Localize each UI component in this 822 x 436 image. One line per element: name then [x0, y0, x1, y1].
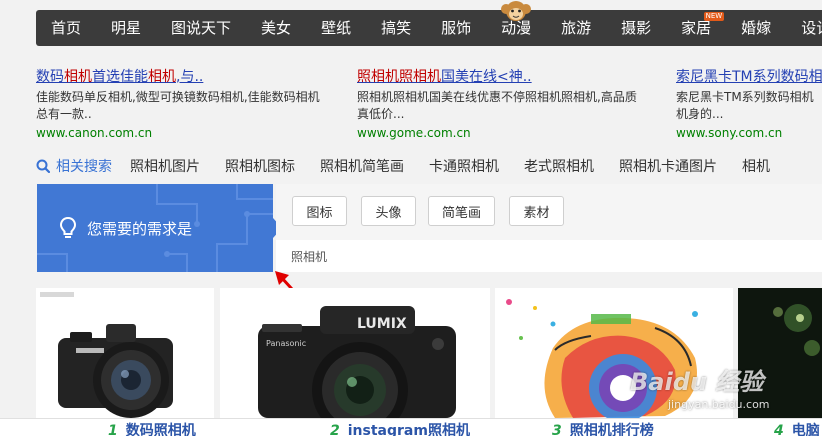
suggestion-text: 数码照相机: [125, 423, 196, 436]
bottom-suggestions: 1 数码照相机 2 instagram照相机 3 照相机排行榜 4 电脑: [0, 418, 822, 436]
nav-wedding[interactable]: 婚嫁: [726, 10, 786, 46]
related-keyword[interactable]: 老式照相机: [524, 156, 594, 176]
sponsored-ads: 数码相机首选佳能相机,与.. 佳能数码单反相机,微型可换镜数码相机,佳能数码相机…: [36, 68, 822, 144]
search-icon: [36, 159, 50, 173]
nav-photography[interactable]: 摄影: [606, 10, 666, 46]
monkey-mascot-icon: [501, 1, 532, 21]
ad-canon[interactable]: 数码相机首选佳能相机,与.. 佳能数码单反相机,微型可换镜数码相机,佳能数码相机…: [36, 68, 326, 141]
baidu-watermark-url: jingyan.baidu.com: [668, 398, 770, 411]
bottom-suggestion[interactable]: 3 照相机排行榜: [552, 420, 654, 436]
related-search-lead: 相关搜索: [36, 156, 112, 176]
lightbulb-icon: [59, 216, 77, 238]
suggestion-number: 4: [774, 423, 784, 436]
nav-beauty[interactable]: 美女: [246, 10, 306, 46]
page: 首页 明星 图说天下 美女 壁纸 搞笑 服饰 动漫 旅游 摄影 家居 NEW 婚…: [0, 0, 822, 436]
svg-text:Panasonic: Panasonic: [266, 339, 306, 348]
nav-fashion[interactable]: 服饰: [426, 10, 486, 46]
ad-description: 佳能数码单反相机,微型可换镜数码相机,佳能数码相机总有一款..: [36, 90, 320, 121]
related-keyword[interactable]: 相机: [742, 156, 770, 176]
ad-url[interactable]: www.canon.com.cn: [36, 125, 326, 141]
tag-icon[interactable]: 图标: [292, 196, 347, 226]
bottom-suggestion[interactable]: 4 电脑: [774, 420, 820, 436]
ad-title-part: ,与..: [176, 69, 204, 85]
suggestion-number: 3: [552, 423, 562, 436]
nav-home[interactable]: 首页: [36, 10, 96, 46]
nav-home-decor[interactable]: 家居 NEW: [666, 10, 726, 46]
suggestion-number: 1: [108, 423, 118, 436]
suggestion-number: 2: [330, 423, 340, 436]
nav-anime[interactable]: 动漫: [486, 1, 546, 46]
related-keyword[interactable]: 照相机卡通图片: [619, 156, 717, 176]
need-tags: 图标 头像 简笔画 素材: [276, 184, 822, 240]
related-search: 相关搜索 照相机图片 照相机图标 照相机简笔画 卡通照相机 老式照相机 照相机卡…: [36, 154, 795, 178]
tag-material[interactable]: 素材: [509, 196, 564, 226]
ad-title-part: 首选佳能: [92, 69, 148, 85]
ad-title-highlight: 相机: [64, 69, 92, 85]
new-badge: NEW: [703, 12, 725, 21]
bottom-suggestion[interactable]: 2 instagram照相机: [330, 420, 470, 436]
query-text: 照相机: [291, 250, 328, 264]
need-panel: 您需要的需求是: [37, 184, 273, 272]
ad-title[interactable]: 数码相机首选佳能相机,与..: [36, 68, 326, 86]
ad-title-part: 数码: [36, 69, 64, 85]
suggestion-text: 照相机排行榜: [569, 423, 654, 436]
result-image-fujifilm[interactable]: [36, 288, 214, 418]
bottom-suggestion[interactable]: 1 数码照相机: [108, 420, 196, 436]
ad-title-part: 索尼黑卡TM系列数码相: [676, 69, 822, 85]
ad-url[interactable]: www.sony.com.cn: [676, 125, 822, 141]
ad-title-part: 国美在线<神..: [441, 69, 532, 85]
ad-gome[interactable]: 照相机照相机国美在线<神.. 照相机照相机国美在线优惠不停照相机照相机,高品质真…: [357, 68, 647, 141]
ad-description: 索尼黑卡TM系列数码相机机身的...: [676, 90, 814, 121]
top-nav: 首页 明星 图说天下 美女 壁纸 搞笑 服饰 动漫 旅游 摄影 家居 NEW 婚…: [36, 1, 822, 46]
query-bar[interactable]: 照相机: [276, 240, 822, 272]
related-keyword[interactable]: 照相机图片: [130, 156, 200, 176]
ad-title[interactable]: 索尼黑卡TM系列数码相: [676, 68, 822, 86]
ad-title[interactable]: 照相机照相机国美在线<神..: [357, 68, 647, 86]
related-keyword[interactable]: 卡通照相机: [429, 156, 499, 176]
svg-text:LUMIX: LUMIX: [357, 316, 407, 332]
suggestion-text: instagram照相机: [347, 423, 470, 436]
nav-wallpaper[interactable]: 壁纸: [306, 10, 366, 46]
tag-sketch[interactable]: 简笔画: [428, 196, 495, 226]
tag-avatar[interactable]: 头像: [361, 196, 416, 226]
related-search-label: 相关搜索: [56, 159, 112, 175]
ad-url[interactable]: www.gome.com.cn: [357, 125, 647, 141]
related-keyword[interactable]: 照相机简笔画: [320, 156, 404, 176]
result-image-lumix[interactable]: LUMIX Panasonic: [220, 288, 490, 418]
ad-sony[interactable]: 索尼黑卡TM系列数码相 索尼黑卡TM系列数码相机机身的... www.sony.…: [676, 68, 822, 141]
nav-home-decor-label: 家居: [681, 19, 712, 37]
need-label: 您需要的需求是: [87, 220, 193, 238]
ad-description: 照相机照相机国美在线优惠不停照相机照相机,高品质真低价...: [357, 90, 637, 121]
nav-world[interactable]: 图说天下: [156, 10, 246, 46]
baidu-watermark: Baidu 经验: [630, 368, 764, 396]
camera-photo-icon: [36, 288, 214, 418]
suggestion-text: 电脑: [791, 423, 820, 436]
ad-title-highlight: 相机: [148, 69, 176, 85]
nav-stars[interactable]: 明星: [96, 10, 156, 46]
ad-title-highlight: 照相机照相机: [357, 69, 441, 85]
nav-funny[interactable]: 搞笑: [366, 10, 426, 46]
related-keyword[interactable]: 照相机图标: [225, 156, 295, 176]
camera-photo-icon: LUMIX Panasonic: [220, 288, 490, 418]
nav-design[interactable]: 设计: [786, 10, 822, 46]
nav-travel[interactable]: 旅游: [546, 10, 606, 46]
